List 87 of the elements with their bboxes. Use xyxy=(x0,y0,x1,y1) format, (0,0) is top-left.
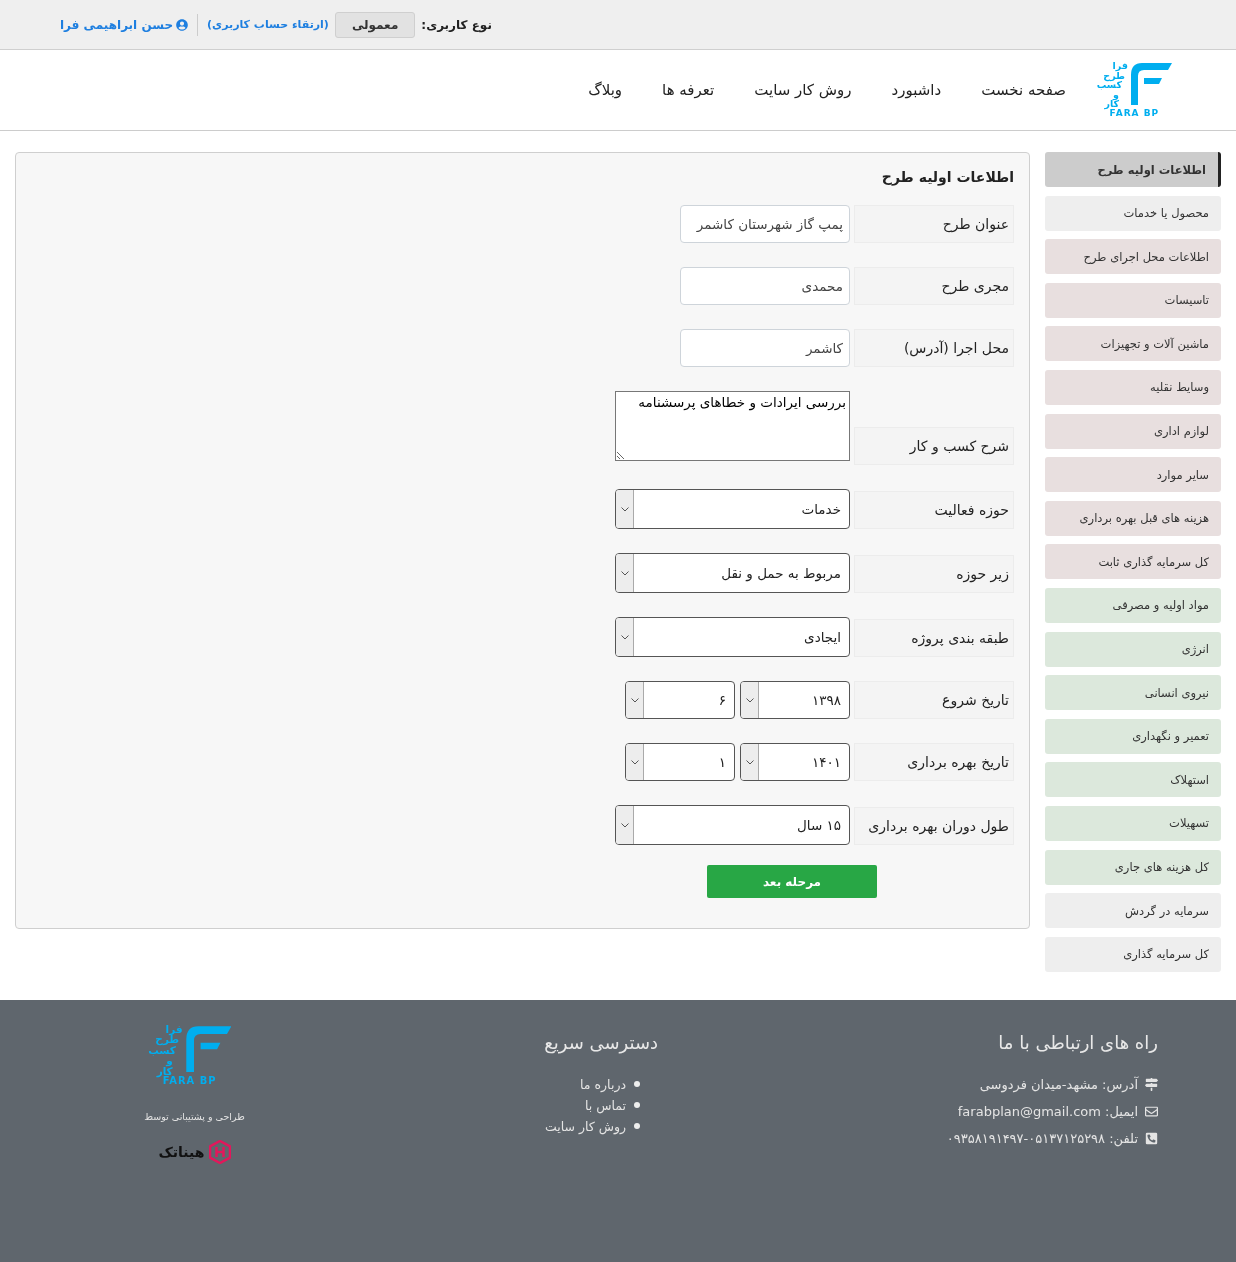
caret-icon xyxy=(616,806,634,844)
field-label: شرح کسب و کار xyxy=(854,427,1014,465)
caret-icon xyxy=(741,682,759,718)
field-label: طول دوران بهره برداری xyxy=(854,807,1014,845)
footer-link[interactable]: تماس با xyxy=(584,1097,626,1113)
sidebar-item[interactable]: اطلاعات محل اجرای طرح xyxy=(1045,239,1221,275)
sidebar-item[interactable]: تعمیر و نگهداری xyxy=(1045,718,1221,754)
field-label: حوزه فعالیت xyxy=(854,491,1014,529)
field-label: تاریخ شروع xyxy=(854,681,1014,719)
dropdown[interactable]: ۱ xyxy=(625,743,735,781)
field-label: محل اجرا (آدرس) xyxy=(854,329,1014,367)
envelope-icon xyxy=(1145,1104,1158,1118)
sidebar-item[interactable]: محصول یا خدمات xyxy=(1045,195,1221,231)
nav-link[interactable]: وبلاگ xyxy=(588,81,623,99)
sidebar-item[interactable]: سرمایه در گردش xyxy=(1045,893,1221,929)
user-type-label: نوع کاربری: xyxy=(421,17,492,32)
caret-icon xyxy=(616,490,634,528)
contact-text: ایمیل: farabplan@gmail.com xyxy=(957,1103,1138,1119)
user-icon xyxy=(176,18,189,31)
nav-link[interactable]: صفحه نخست xyxy=(981,81,1066,99)
credit-text: طراحی و پشتیبانی توسط xyxy=(144,1110,245,1122)
caret-icon xyxy=(741,744,759,780)
logo-text: فرا xyxy=(1112,61,1128,71)
caret-icon xyxy=(626,744,644,780)
logo-text: FARA BP xyxy=(1109,108,1161,119)
sidebar-item[interactable]: استهلاک xyxy=(1045,762,1221,798)
sidebar-item[interactable]: مواد اولیه و مصرفی xyxy=(1045,587,1221,623)
nav-link[interactable]: روش کار سایت xyxy=(754,81,852,99)
field-label: عنوان طرح xyxy=(854,205,1014,243)
sidebar-item[interactable]: تسهیلات xyxy=(1045,805,1221,841)
logo-text: کسب xyxy=(1096,80,1122,90)
sidebar-item[interactable]: لوازم اداری xyxy=(1045,413,1221,449)
caret-icon xyxy=(616,554,634,592)
field-label: زیر حوزه xyxy=(854,555,1014,593)
logo-text: کسب xyxy=(148,1044,176,1056)
sidebar-item[interactable]: هزینه های قبل بهره برداری xyxy=(1045,500,1221,536)
dropdown[interactable]: ۱۵ سال xyxy=(615,805,850,845)
sidebar-item[interactable]: اطلاعات اولیه طرح xyxy=(1045,152,1221,187)
nav-link[interactable]: داشبورد xyxy=(891,81,942,99)
caret-icon xyxy=(626,682,644,718)
sidebar-item[interactable]: سایر موارد xyxy=(1045,457,1221,493)
logo-f-icon xyxy=(1128,61,1172,106)
brand-logo: هیناتک xyxy=(158,1139,231,1164)
logo-text: و کار xyxy=(1104,89,1119,109)
sidebar-item[interactable]: کل هزینه های جاری xyxy=(1045,849,1221,885)
contact-text: تلفن: ۰۵۱۳۷۱۲۵۲۹۸-۰۹۳۵۸۱۹۱۴۹۷ xyxy=(946,1130,1138,1146)
user-type-badge: معمولی xyxy=(334,11,416,38)
bullet-icon xyxy=(634,1102,640,1109)
field-label: تاریخ بهره برداری xyxy=(854,743,1014,781)
footer-heading: راه های ارتباطی با ما xyxy=(998,1031,1158,1053)
sidebar-item[interactable]: کل سرمایه گذاری xyxy=(1045,936,1221,972)
text-field[interactable]: پمپ گاز شهرستان کاشمر xyxy=(680,205,850,243)
caret-icon xyxy=(616,618,634,656)
user-name-link[interactable]: حسن ابراهیمی فرا xyxy=(60,17,189,32)
field-label: طبقه بندی پروژه xyxy=(854,619,1014,657)
footer-heading: دسترسی سریع xyxy=(544,1031,658,1053)
phone-icon xyxy=(1145,1131,1158,1145)
contact-text: آدرس: مشهد-میدان فردوسی xyxy=(979,1076,1138,1092)
logo-text: طرح xyxy=(1103,70,1125,81)
dropdown[interactable]: خدمات xyxy=(615,489,850,529)
dropdown[interactable]: ۱۳۹۸ xyxy=(740,681,850,719)
logo-text: FARA BP xyxy=(162,1075,218,1087)
text-field[interactable]: محمدی xyxy=(680,267,850,305)
signpost-icon xyxy=(1145,1077,1158,1091)
sidebar-item[interactable]: تاسیسات xyxy=(1045,282,1221,318)
footer-link[interactable]: روش کار سایت xyxy=(544,1118,626,1134)
dropdown[interactable]: ۶ xyxy=(625,681,735,719)
bullet-icon xyxy=(634,1123,640,1130)
logo-text: طرح xyxy=(155,1034,180,1045)
text-area[interactable]: بررسی ایرادات و خطاهای پرسشنامه xyxy=(615,391,850,461)
logo-text: و کار xyxy=(156,1055,173,1076)
sidebar-item[interactable]: وسایط نقلیه xyxy=(1045,369,1221,405)
text-field[interactable]: کاشمر xyxy=(680,329,850,367)
form-title: اطلاعات اولیه طرح xyxy=(880,169,1014,185)
dropdown[interactable]: مربوط به حمل و نقل xyxy=(615,553,850,593)
dropdown[interactable]: ایجادی xyxy=(615,617,850,657)
field-label: مجری طرح xyxy=(854,267,1014,305)
nav-link[interactable]: تعرفه ها xyxy=(662,81,715,99)
footer-link[interactable]: درباره ما xyxy=(580,1076,626,1092)
dropdown[interactable]: ۱۴۰۱ xyxy=(740,743,850,781)
sidebar-item[interactable]: نیروی انسانی xyxy=(1045,675,1221,711)
sidebar-item[interactable]: ماشین آلات و تجهیزات xyxy=(1045,326,1221,362)
sidebar-item[interactable]: کل سرمایه گذاری ثابت xyxy=(1045,544,1221,580)
sidebar-item[interactable]: انرژی xyxy=(1045,631,1221,667)
logo-text: فرا xyxy=(165,1023,183,1035)
upgrade-link[interactable]: (ارتقاء حساب کاربری) xyxy=(207,18,329,31)
bullet-icon xyxy=(634,1081,640,1088)
